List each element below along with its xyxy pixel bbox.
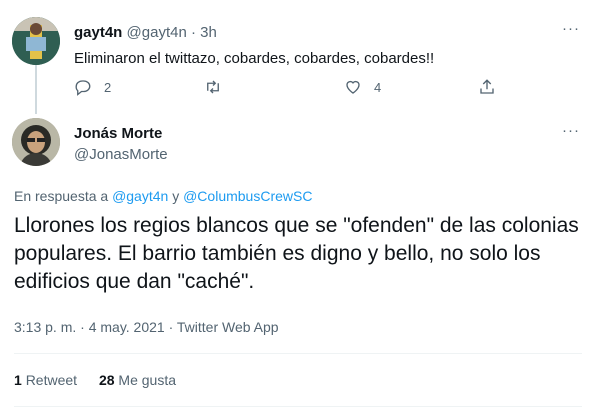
more-icon: ···	[562, 122, 580, 139]
retweets-stat[interactable]: 1 Retweet	[14, 372, 81, 388]
retweets-label: Retweet	[25, 372, 78, 388]
reply-icon	[75, 80, 91, 96]
retweet-button[interactable]	[204, 78, 222, 96]
likes-stat[interactable]: 28 Me gusta	[99, 372, 176, 388]
separator-dot: ·	[190, 24, 201, 41]
reply-button[interactable]: 2	[74, 78, 111, 96]
retweets-count: 1	[14, 372, 22, 388]
divider	[14, 406, 582, 407]
replying-to-conjunction: y	[172, 188, 180, 204]
like-button[interactable]: 4	[344, 78, 381, 96]
tweet-timestamp[interactable]: 3:13 p. m. · 4 may. 2021 · Twitter Web A…	[14, 319, 279, 335]
tweet-stats: 1 Retweet 28 Me gusta	[14, 372, 194, 388]
likes-count: 28	[98, 372, 115, 388]
avatar[interactable]	[12, 118, 60, 166]
heart-icon	[346, 80, 360, 94]
parent-tweet-header: gayt4n @gayt4n · 3h	[74, 24, 217, 41]
mention-link[interactable]: @gayt4n	[112, 188, 168, 204]
display-name[interactable]: Jonás Morte	[74, 125, 162, 142]
replying-to-label: En respuesta a	[14, 188, 109, 204]
handle[interactable]: @JonasMorte	[74, 146, 168, 163]
parent-tweet[interactable]: gayt4n @gayt4n · 3h ··· Eliminaron el tw…	[0, 0, 596, 110]
more-options-button[interactable]: ···	[562, 20, 580, 37]
divider	[14, 353, 582, 354]
reply-count: 2	[104, 79, 112, 95]
likes-label: Me gusta	[118, 372, 176, 388]
more-icon: ···	[562, 20, 580, 37]
more-options-button[interactable]: ···	[562, 122, 580, 139]
tweet-text: Eliminaron el twittazo, cobardes, cobard…	[74, 50, 435, 67]
retweet-icon	[207, 80, 219, 94]
tweet-time[interactable]: 3h	[200, 24, 217, 41]
handle[interactable]: @gayt4n	[127, 24, 187, 41]
tweet-text: Llorones los regios blancos que se "ofen…	[14, 214, 579, 293]
replying-to: En respuesta a @gayt4n y @ColumbusCrewSC	[14, 188, 312, 204]
display-name[interactable]: gayt4n	[74, 24, 122, 41]
like-count: 4	[374, 79, 382, 95]
share-icon	[480, 79, 494, 94]
tweet-actions: 2 4	[74, 78, 514, 98]
share-button[interactable]	[478, 78, 496, 96]
avatar[interactable]	[12, 17, 60, 65]
mention-link[interactable]: @ColumbusCrewSC	[183, 188, 312, 204]
